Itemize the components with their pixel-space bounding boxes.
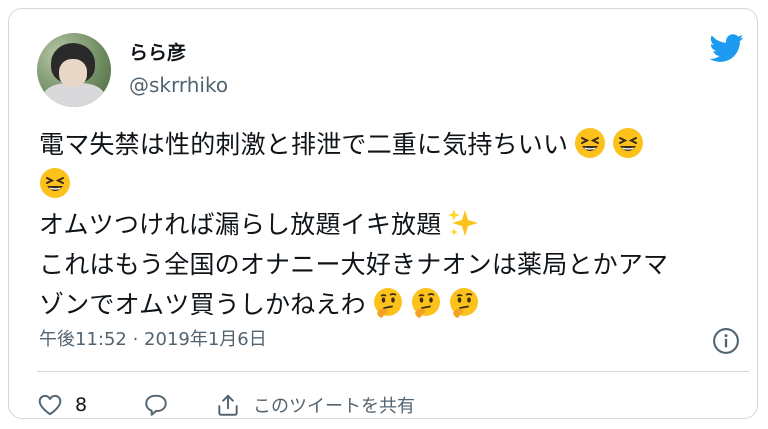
thinking-face-emoji-icon xyxy=(449,288,478,318)
tweet-card: らら彦 @skrrhiko 電マ失禁は性的刺激と排泄で二重に気持ちいい オムツつ… xyxy=(8,8,758,419)
tweet-line-emoji xyxy=(39,165,739,205)
share-label: このツイートを共有 xyxy=(253,396,415,417)
display-name[interactable]: らら彦 xyxy=(129,42,186,64)
like-count: 8 xyxy=(75,394,88,416)
tweet-line-4: ゾンでオムツ買うしかねえわ xyxy=(39,285,739,325)
heart-icon xyxy=(38,394,62,416)
twitter-bird-icon[interactable] xyxy=(707,31,747,65)
tweet-line-3: これはもう全国のオナニー大好きナオンは薬局とかアマ xyxy=(39,250,669,279)
thinking-face-emoji-icon xyxy=(373,288,402,318)
thinking-face-emoji-icon xyxy=(411,288,440,318)
tweet-timestamp[interactable]: 午後11:52 · 2019年1月6日 xyxy=(39,326,267,354)
tweet-text: 電マ失禁は性的刺激と排泄で二重に気持ちいい オムツつければ漏らし放題イキ放題 こ… xyxy=(39,125,739,325)
sparkles-emoji-icon xyxy=(448,209,479,236)
share-icon xyxy=(218,394,238,416)
reply-button[interactable] xyxy=(143,387,169,423)
divider xyxy=(37,371,749,372)
action-bar: 8 このツイートを共有 xyxy=(37,387,737,423)
like-button[interactable]: 8 xyxy=(37,387,87,423)
info-icon[interactable] xyxy=(712,327,740,355)
laughing-emoji-icon xyxy=(613,128,644,158)
laughing-emoji-icon xyxy=(575,128,606,158)
tweet-line-2: オムツつければ漏らし放題イキ放題 xyxy=(39,205,739,245)
avatar[interactable] xyxy=(37,33,111,107)
share-button[interactable]: このツイートを共有 xyxy=(215,387,415,423)
laughing-emoji-icon xyxy=(40,168,70,198)
reply-icon xyxy=(145,394,167,416)
user-handle[interactable]: @skrrhiko xyxy=(129,73,228,97)
tweet-line-1: 電マ失禁は性的刺激と排泄で二重に気持ちいい xyxy=(39,125,739,165)
